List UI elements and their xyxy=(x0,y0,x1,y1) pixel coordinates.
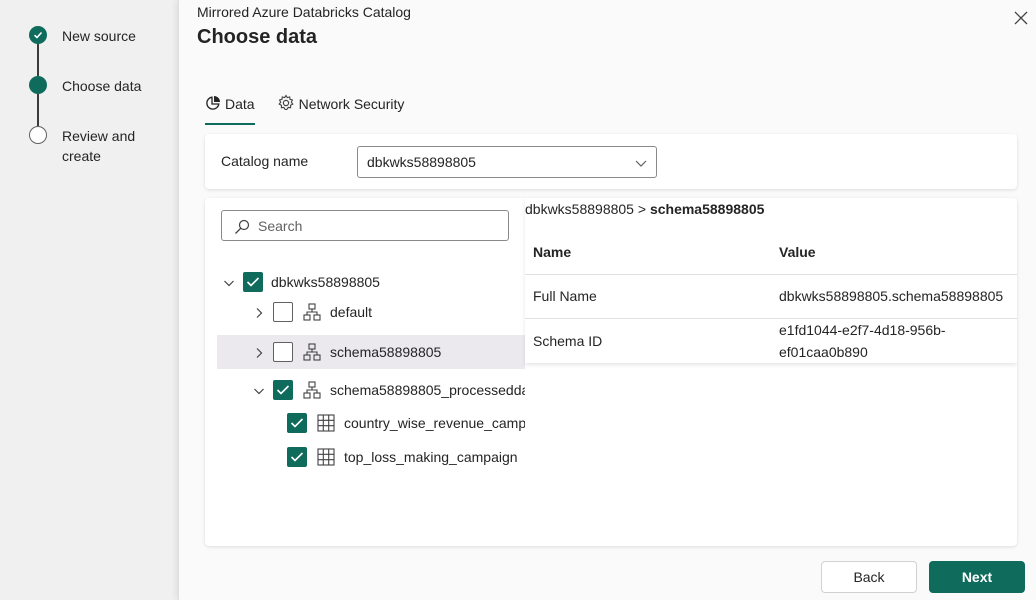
column-header-name: Name xyxy=(533,244,572,260)
step-connector xyxy=(37,44,39,76)
column-header-value: Value xyxy=(779,244,816,260)
tree-label-table-country-revenue: country_wise_revenue_campa xyxy=(344,415,525,431)
search-box[interactable] xyxy=(221,210,509,241)
breadcrumb-current: schema58898805 xyxy=(649,201,765,217)
catalog-name-label: Catalog name xyxy=(221,153,309,169)
checkbox-table-country-revenue[interactable] xyxy=(287,413,307,433)
schema-icon xyxy=(303,381,321,404)
step-label-choose-data: Choose data xyxy=(62,78,142,94)
tab-network-security[interactable]: Network Security xyxy=(277,92,405,116)
next-button[interactable]: Next xyxy=(929,561,1025,593)
step-label-review-line2: create xyxy=(62,148,101,164)
row-value-schema-id-line1: e1fd1044-e2f7-4d18-956b- xyxy=(779,322,946,338)
tree-node-table-country-revenue[interactable]: country_wise_revenue_campa xyxy=(217,406,525,440)
table-icon xyxy=(317,448,335,471)
step-pending-indicator xyxy=(29,126,47,144)
search-input[interactable] xyxy=(258,216,498,236)
tree-label-schema-default: default xyxy=(330,304,373,320)
catalog-name-card: Catalog name dbkwks58898805 xyxy=(205,134,1017,189)
schema-details-panel: dbkwks58898805 > schema58898805 Name Val… xyxy=(525,198,1017,363)
chevron-right-icon[interactable] xyxy=(253,346,265,364)
checkbox-schema[interactable] xyxy=(273,342,293,362)
tree-node-schema-selected[interactable]: schema58898805 xyxy=(217,335,525,369)
tree-label-table-top-loss: top_loss_making_campaign xyxy=(344,449,518,465)
step-connector xyxy=(37,94,39,126)
breadcrumb-separator: > xyxy=(637,201,647,217)
chevron-down-icon xyxy=(634,156,648,175)
source-type-subtitle: Mirrored Azure Databricks Catalog xyxy=(197,4,411,20)
table-icon xyxy=(317,414,335,437)
breadcrumb-parent[interactable]: dbkwks58898805 xyxy=(525,201,634,217)
tab-data[interactable]: Data xyxy=(205,92,255,125)
catalog-name-dropdown[interactable]: dbkwks58898805 xyxy=(357,146,657,178)
step-done-check-icon xyxy=(29,26,47,44)
row-value-schema-id-line2: ef01caa0b890 xyxy=(779,344,868,360)
catalog-tree: dbkwks58898805 default schema58898805 sc… xyxy=(205,258,525,478)
tree-node-schema-processed[interactable]: schema58898805_processeddat xyxy=(217,373,525,407)
checkbox-catalog[interactable] xyxy=(243,272,263,292)
chevron-down-icon[interactable] xyxy=(253,384,265,402)
schema-icon xyxy=(303,303,321,326)
tab-bar: Data Network Security xyxy=(205,92,404,126)
chevron-down-icon[interactable] xyxy=(223,276,235,294)
table-divider xyxy=(525,274,1017,275)
checkbox-table-top-loss[interactable] xyxy=(287,447,307,467)
step-label-review-line1: Review and xyxy=(62,128,136,144)
catalog-name-value: dbkwks58898805 xyxy=(367,154,476,170)
pie-chart-icon xyxy=(205,95,221,114)
breadcrumb: dbkwks58898805 > schema58898805 xyxy=(525,201,764,217)
choose-data-panel: Mirrored Azure Databricks Catalog Choose… xyxy=(178,0,1036,600)
tree-label-schema: schema58898805 xyxy=(330,344,442,360)
chevron-right-icon[interactable] xyxy=(253,306,265,324)
tree-node-schema-default[interactable]: default xyxy=(217,295,525,329)
close-icon[interactable] xyxy=(1011,8,1031,28)
page-title: Choose data xyxy=(197,26,318,48)
tree-label-schema-processed: schema58898805_processeddat xyxy=(330,382,525,398)
checkbox-schema-processed[interactable] xyxy=(273,380,293,400)
tree-node-table-top-loss[interactable]: top_loss_making_campaign xyxy=(217,440,525,474)
tree-label-catalog: dbkwks58898805 xyxy=(271,274,380,290)
step-label-review: Review and create xyxy=(62,126,135,166)
row-value-schema-id: e1fd1044-e2f7-4d18-956b- ef01caa0b890 xyxy=(779,319,946,363)
schema-icon xyxy=(303,343,321,366)
tab-data-label: Data xyxy=(225,96,255,112)
wizard-stepper: New source Choose data Review and create xyxy=(0,0,178,600)
gear-icon xyxy=(277,93,295,115)
back-button[interactable]: Back xyxy=(821,561,917,593)
tab-network-security-label: Network Security xyxy=(298,96,405,112)
checkbox-schema-default[interactable] xyxy=(273,302,293,322)
step-label-new-source: New source xyxy=(62,28,136,44)
row-name-schema-id: Schema ID xyxy=(533,333,603,349)
search-icon xyxy=(234,219,250,240)
step-current-indicator xyxy=(29,76,47,94)
tree-node-catalog[interactable]: dbkwks58898805 xyxy=(217,265,525,299)
catalog-browser: dbkwks58898805 default xyxy=(205,198,1017,546)
row-name-full-name: Full Name xyxy=(533,288,597,304)
row-value-full-name: dbkwks58898805.schema58898805 xyxy=(779,288,1004,304)
